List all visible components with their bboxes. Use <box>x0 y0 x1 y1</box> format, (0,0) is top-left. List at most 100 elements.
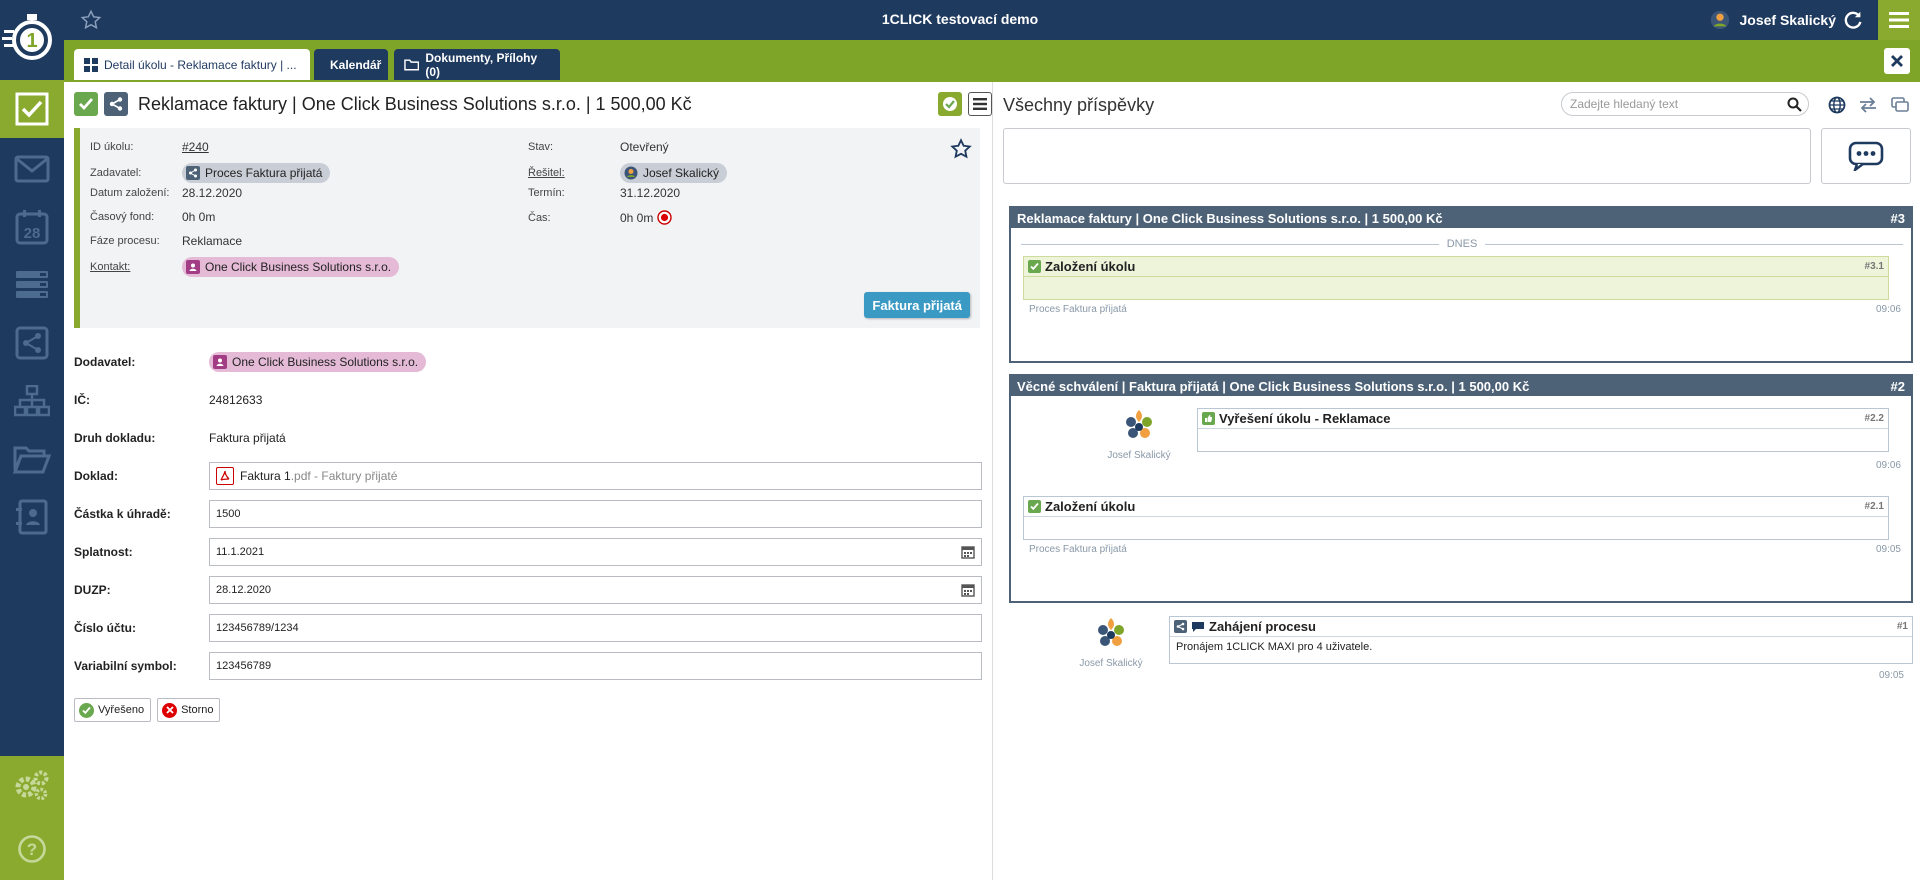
post-author: Proces Faktura přijatá <box>1029 304 1127 315</box>
task-header: Reklamace faktury | One Click Business S… <box>74 92 692 116</box>
cancel-button[interactable]: Storno <box>157 698 221 722</box>
thread-3: Reklamace faktury | One Click Business S… <box>1009 206 1913 363</box>
sidebar-item-processes[interactable] <box>0 314 64 372</box>
sidebar-item-org[interactable] <box>0 372 64 430</box>
app-logo[interactable]: 1 <box>0 0 64 80</box>
post-1[interactable]: Zahájení procesu #1 Pronájem 1CLICK MAXI… <box>1169 616 1913 664</box>
user-name: Josef Skalický <box>1739 12 1836 28</box>
post-time: 09:05 <box>1878 670 1904 681</box>
windows-icon[interactable] <box>1890 96 1910 114</box>
tab-label: Detail úkolu - Reklamace faktury | ... <box>104 57 297 72</box>
info-cas: Čas: 0h 0m <box>528 210 673 225</box>
variabilni-symbol-input[interactable]: 123456789 <box>209 652 982 680</box>
task-menu-icon[interactable] <box>968 92 992 116</box>
check-icon <box>1028 500 1041 513</box>
form-actions: Vyřešeno Storno <box>74 698 221 722</box>
list-stack-icon <box>16 271 48 298</box>
duzp-date-input[interactable]: 28.12.2020 <box>209 576 982 604</box>
info-id: ID úkolu: #240 <box>90 140 209 154</box>
task-header-actions <box>938 92 992 116</box>
sidebar-item-tasks[interactable] <box>0 80 64 138</box>
resolved-button[interactable]: Vyřešeno <box>74 698 152 722</box>
user-avatar-icon <box>1093 616 1129 652</box>
field-ic: IČ: 24812633 <box>74 393 263 407</box>
settings-gears-icon[interactable] <box>0 756 64 814</box>
calendar-28-icon: 28 <box>15 210 49 245</box>
post-time: 09:05 <box>1875 544 1901 555</box>
doklad-file-field[interactable]: Faktura 1 .pdf - Faktury přijaté <box>209 462 982 490</box>
task-id-link[interactable]: #240 <box>182 140 209 154</box>
favorite-star-icon[interactable] <box>950 138 972 160</box>
field-dodavatel: Dodavatel: One Click Business Solutions … <box>74 348 982 376</box>
help-icon[interactable]: ? <box>0 820 64 878</box>
app-title: 1CLICK testovací demo <box>881 11 1039 27</box>
info-fond: Časový fond: 0h 0m <box>90 210 216 224</box>
thread-header[interactable]: Reklamace faktury | One Click Business S… <box>1011 208 1911 228</box>
sidebar-item-lists[interactable] <box>0 256 64 314</box>
swap-arrows-icon[interactable] <box>1858 96 1878 114</box>
task-detail-pane: Reklamace faktury | One Click Business S… <box>64 82 992 880</box>
tab-label: Dokumenty, Přílohy (0) <box>425 50 538 79</box>
svg-text:?: ? <box>27 840 37 859</box>
process-button[interactable] <box>104 92 128 116</box>
svg-text:1: 1 <box>26 30 37 52</box>
calendar-icon[interactable] <box>961 545 975 559</box>
splatnost-date-input[interactable]: 11.1.2021 <box>209 538 982 566</box>
task-check-icon <box>15 92 49 126</box>
castka-input[interactable]: 1500 <box>209 500 982 528</box>
calendar-icon[interactable] <box>961 583 975 597</box>
folder-open-icon <box>13 446 51 474</box>
check-circle-icon <box>79 702 94 718</box>
post-2-1[interactable]: Založení úkolu #2.1 <box>1023 496 1889 540</box>
post-author: Josef Skalický <box>1079 658 1143 669</box>
post-author: Proces Faktura přijatá <box>1029 544 1127 555</box>
user-avatar-icon <box>624 166 638 180</box>
thread-2: Věcné schválení | Faktura přijatá | One … <box>1009 374 1913 603</box>
post-avatar-block: Josef Skalický <box>1099 406 1179 461</box>
sidebar-item-calendar[interactable]: 28 <box>0 198 64 256</box>
sidebar-item-mail[interactable] <box>0 140 64 198</box>
sidebar-item-documents[interactable] <box>0 430 64 488</box>
sidebar-item-contacts[interactable] <box>0 488 64 546</box>
refresh-icon[interactable] <box>1842 9 1864 31</box>
contact-card-icon <box>186 260 200 274</box>
doklad-file-name[interactable]: Faktura 1 <box>240 469 291 483</box>
post-2-2[interactable]: Vyřešení úkolu - Reklamace #2.2 <box>1197 408 1889 452</box>
post-3-1[interactable]: Založení úkolu #3.1 <box>1023 256 1889 300</box>
tab-label: Kalendář <box>330 57 382 72</box>
field-druh-dokladu: Druh dokladu: Faktura přijatá <box>74 431 286 445</box>
new-post-textarea[interactable] <box>1003 128 1811 184</box>
tab-task-detail[interactable]: Detail úkolu - Reklamace faktury | ... <box>74 49 310 80</box>
task-done-checkbox[interactable] <box>74 92 98 116</box>
field-variabilni-symbol: Variabilní symbol: 123456789 <box>74 652 982 680</box>
close-tab-icon[interactable] <box>1884 48 1910 74</box>
field-splatnost: Splatnost: 11.1.2021 <box>74 538 982 566</box>
zadavatel-pill[interactable]: Proces Faktura přijatá <box>182 163 331 183</box>
record-timer-icon[interactable] <box>657 210 673 225</box>
faktura-prijata-button[interactable]: Faktura přijatá <box>864 292 970 318</box>
resolve-task-button[interactable] <box>938 92 962 116</box>
post-time: 09:06 <box>1875 460 1901 471</box>
globe-icon[interactable] <box>1828 96 1846 114</box>
cislo-uctu-input[interactable]: 123456789/1234 <box>209 614 982 642</box>
post-body: Pronájem 1CLICK MAXI pro 4 uživatele. <box>1176 641 1373 653</box>
hamburger-menu-icon[interactable] <box>1878 0 1920 40</box>
check-circle-icon <box>943 97 957 111</box>
feed-search-input[interactable]: Zadejte hledaný text <box>1561 92 1809 116</box>
search-icon[interactable] <box>1787 97 1802 112</box>
tab-documents[interactable]: Dokumenty, Přílohy (0) <box>394 49 560 80</box>
info-zadavatel: Zadavatel: Proces Faktura přijatá <box>90 163 331 183</box>
kontakt-pill[interactable]: One Click Business Solutions s.r.o. <box>182 257 400 277</box>
svg-text:28: 28 <box>24 225 41 242</box>
thread-header[interactable]: Věcné schválení | Faktura přijatá | One … <box>1011 376 1911 396</box>
contact-card-icon <box>16 499 48 535</box>
resitel-pill[interactable]: Josef Skalický <box>620 163 728 183</box>
tab-calendar[interactable]: Kalendář <box>314 49 388 80</box>
check-icon <box>79 98 94 111</box>
process-share-icon <box>1174 620 1187 633</box>
dodavatel-pill[interactable]: One Click Business Solutions s.r.o. <box>209 352 427 372</box>
user-menu[interactable]: Josef Skalický <box>1709 9 1836 31</box>
send-comment-button[interactable] <box>1821 128 1911 184</box>
doklad-file-ext: .pdf - Faktury přijaté <box>290 469 398 483</box>
cancel-circle-icon <box>162 702 178 718</box>
